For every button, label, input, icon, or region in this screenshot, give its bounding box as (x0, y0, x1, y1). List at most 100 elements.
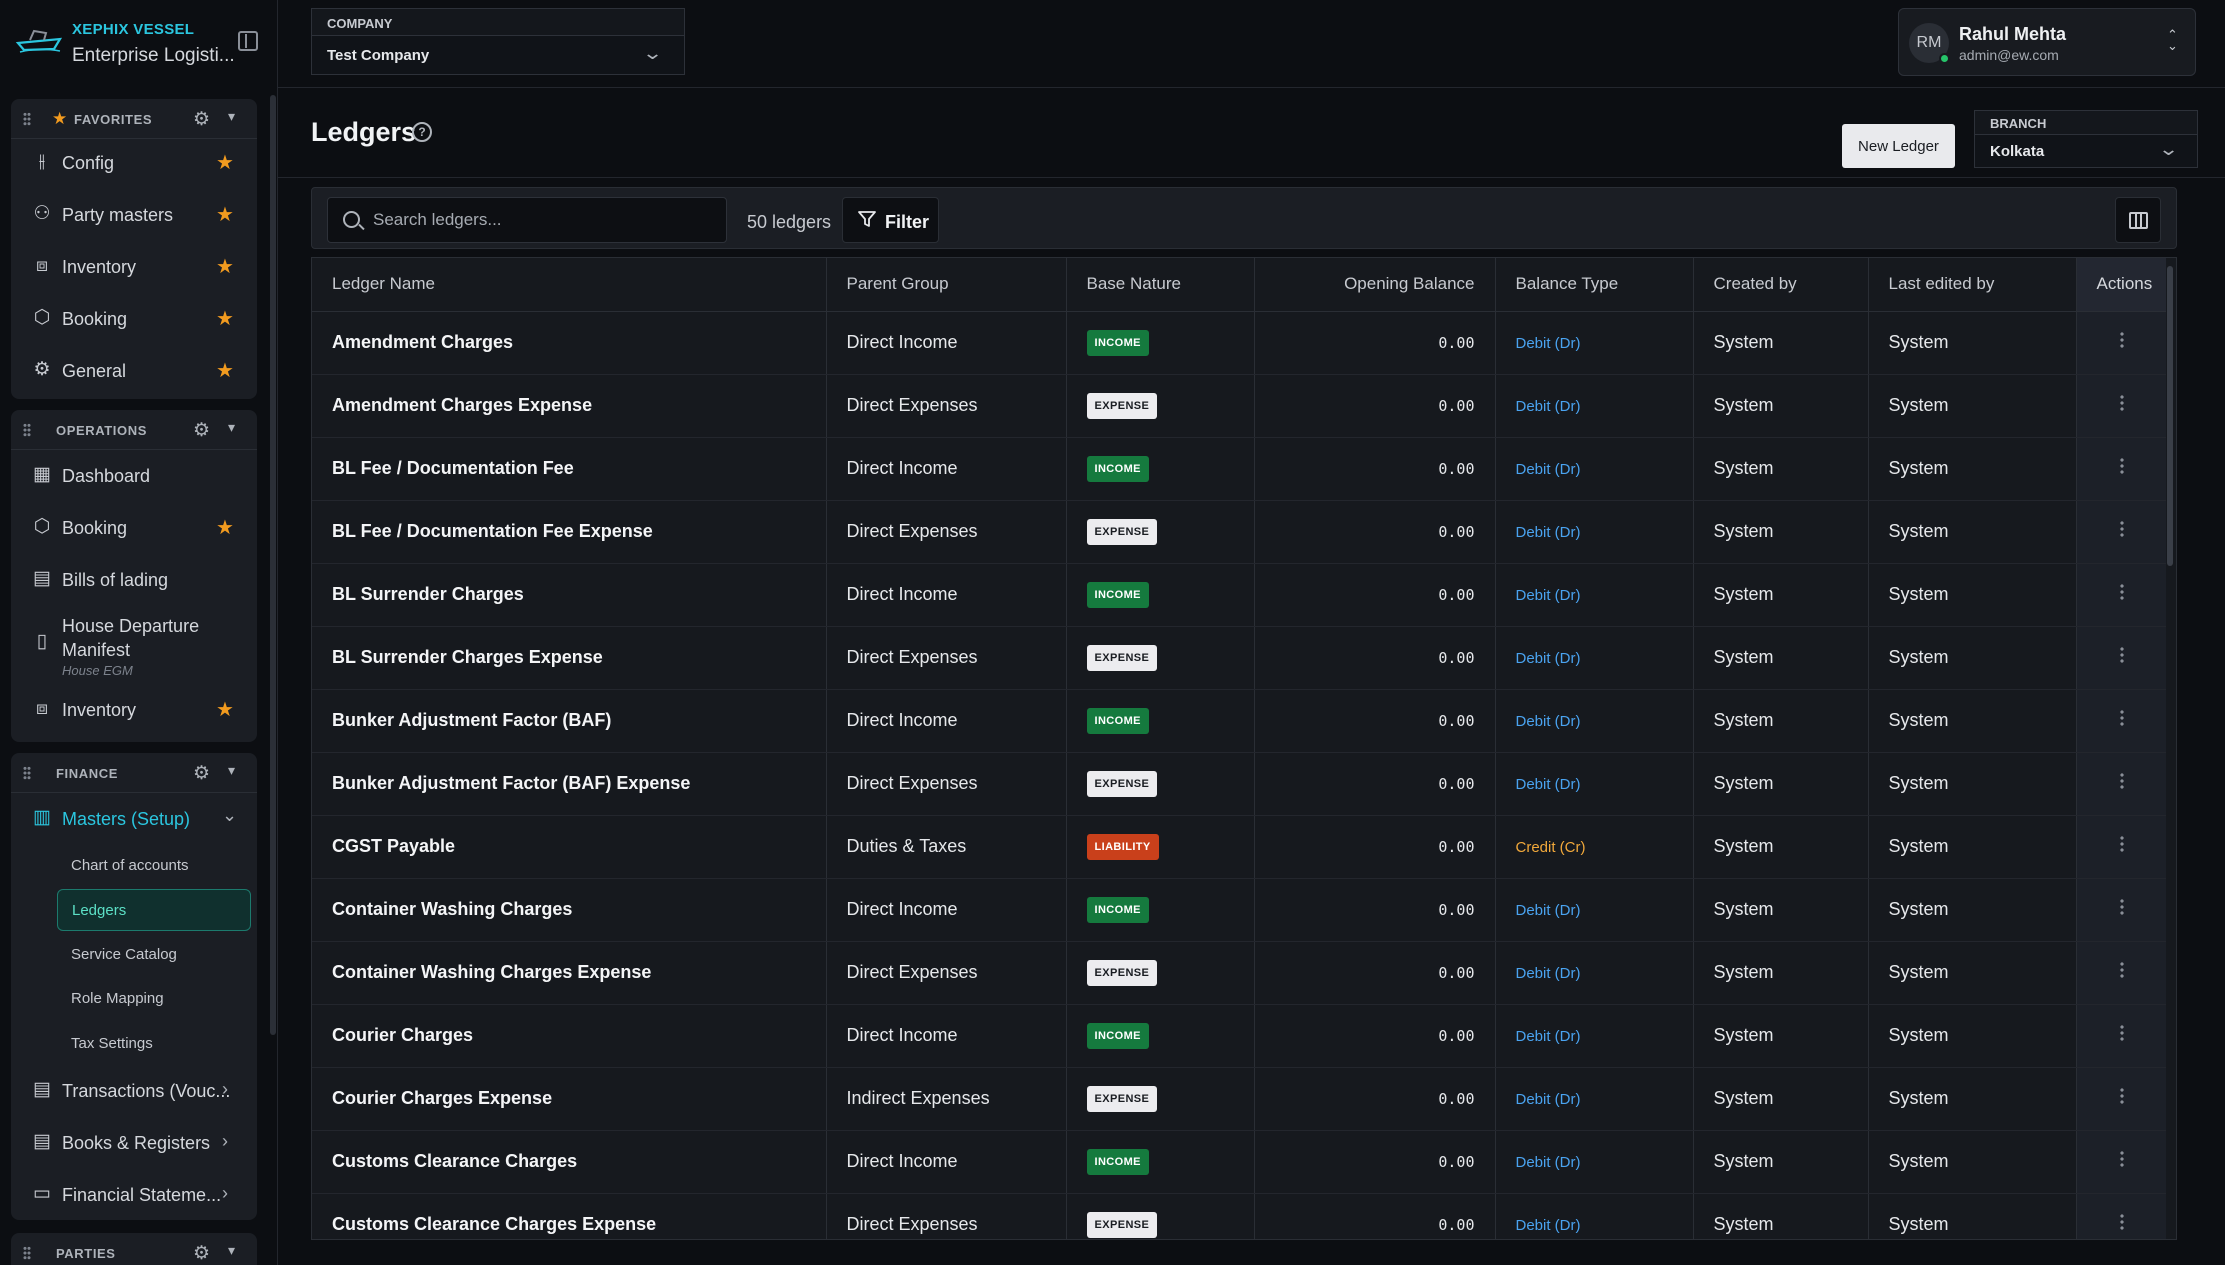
sidebar-subitem-role-mapping[interactable]: Role Mapping (57, 978, 251, 1020)
sidebar-item-inventory[interactable]: ⧈ Inventory ★ (11, 684, 257, 736)
table-row[interactable]: Container Washing Charges Direct Income IN… (312, 878, 2167, 942)
column-header-created-by[interactable]: Created by (1693, 258, 1869, 312)
sidebar-subitem-chart-of-accounts[interactable]: Chart of accounts (57, 845, 251, 887)
table-row[interactable]: Container Washing Charges Expense Direct … (312, 941, 2167, 1005)
ledger-name-cell[interactable]: Bunker Adjustment Factor (BAF) Expense (312, 752, 827, 816)
search-box[interactable] (327, 197, 727, 243)
column-header-balance-type[interactable]: Balance Type (1495, 258, 1694, 312)
sidebar-subitem-ledgers[interactable]: Ledgers (57, 889, 251, 931)
more-options-icon[interactable] (2119, 709, 2124, 727)
branch-select[interactable]: BRANCH Kolkata ⌄ (1974, 110, 2198, 168)
more-options-icon[interactable] (2119, 772, 2124, 790)
more-options-icon[interactable] (2119, 457, 2124, 475)
new-ledger-button[interactable]: New Ledger (1842, 124, 1955, 168)
table-row[interactable]: Courier Charges Direct Income INCOME 0.00 De… (312, 1004, 2167, 1068)
more-options-icon[interactable] (2119, 520, 2124, 538)
drag-handle-icon[interactable] (23, 1246, 31, 1260)
column-header-parent-group[interactable]: Parent Group (826, 258, 1067, 312)
gear-icon[interactable]: ⚙ (193, 419, 210, 442)
sidebar-item-config[interactable]: ⫲ Config ★ (11, 137, 257, 189)
more-options-icon[interactable] (2119, 1087, 2124, 1105)
star-icon[interactable]: ★ (216, 515, 234, 540)
sidebar-item-general[interactable]: ⚙ General ★ (11, 345, 257, 397)
ledger-name-cell[interactable]: Courier Charges (312, 1004, 827, 1068)
table-row[interactable]: Customs Clearance Charges Expense Direct … (312, 1193, 2167, 1239)
ledger-name-cell[interactable]: Bunker Adjustment Factor (BAF) (312, 689, 827, 753)
sidebar-item-books-registers[interactable]: ▤ Books & Registers › (11, 1117, 257, 1169)
sidebar-collapse-icon[interactable] (238, 31, 258, 51)
chevron-down-icon[interactable]: ⌄ (222, 805, 237, 826)
user-menu[interactable]: RM Rahul Mehta admin@ew.com ⌃ ⌄ (1898, 8, 2196, 76)
chevron-right-icon[interactable]: › (222, 1079, 228, 1100)
company-select[interactable]: COMPANY Test Company ⌄ (311, 8, 685, 75)
filter-button[interactable]: Filter (842, 197, 939, 243)
chevron-right-icon[interactable]: › (222, 1131, 228, 1152)
sidebar-item-house-departure-manifest[interactable]: ▯ House Departure Manifest House EGM (11, 606, 257, 678)
column-header-opening-balance[interactable]: Opening Balance (1254, 258, 1496, 312)
table-row[interactable]: CGST Payable Duties & Taxes LIABILITY 0.00 C… (312, 815, 2167, 879)
column-header-ledger-name[interactable]: Ledger Name (312, 258, 827, 312)
more-options-icon[interactable] (2119, 1024, 2124, 1042)
star-icon[interactable]: ★ (216, 254, 234, 279)
star-icon[interactable]: ★ (216, 358, 234, 383)
more-options-icon[interactable] (2119, 583, 2124, 601)
chevron-right-icon[interactable]: › (222, 1183, 228, 1204)
sidebar-scrollbar[interactable] (270, 95, 276, 1035)
ledger-name-cell[interactable]: Container Washing Charges Expense (312, 941, 827, 1005)
ledger-name-cell[interactable]: Customs Clearance Charges Expense (312, 1193, 827, 1239)
table-row[interactable]: Amendment Charges Direct Income INCOME 0.00… (312, 311, 2167, 375)
table-row[interactable]: Amendment Charges Expense Direct Expenses… (312, 374, 2167, 438)
star-icon[interactable]: ★ (216, 150, 234, 175)
table-row[interactable]: BL Fee / Documentation Fee Expense Direct… (312, 500, 2167, 564)
ledger-name-cell[interactable]: CGST Payable (312, 815, 827, 879)
ledger-name-cell[interactable]: BL Fee / Documentation Fee Expense (312, 500, 827, 564)
ledger-name-cell[interactable]: Customs Clearance Charges (312, 1130, 827, 1194)
sidebar-subitem-tax-settings[interactable]: Tax Settings (57, 1023, 251, 1065)
ledger-name-cell[interactable]: Amendment Charges Expense (312, 374, 827, 438)
table-scrollbar-thumb[interactable] (2167, 266, 2173, 566)
drag-handle-icon[interactable] (23, 423, 31, 437)
columns-toggle-button[interactable] (2115, 197, 2161, 243)
ledger-name-cell[interactable]: BL Surrender Charges Expense (312, 626, 827, 690)
search-input[interactable] (373, 198, 713, 242)
drag-handle-icon[interactable] (23, 112, 31, 126)
operations-group-header[interactable]: OPERATIONS ⚙ ▾ (11, 410, 257, 450)
sidebar-item-transactions[interactable]: ▤ Transactions (Vouc... › (11, 1065, 257, 1117)
table-row[interactable]: Bunker Adjustment Factor (BAF) Expense Di… (312, 752, 2167, 816)
chevron-down-icon[interactable]: ▾ (228, 419, 235, 436)
sidebar-item-masters-setup[interactable]: ▥ Masters (Setup) ⌄ (11, 793, 257, 845)
favorites-group-header[interactable]: ★ FAVORITES ⚙ ▾ (11, 99, 257, 139)
more-options-icon[interactable] (2119, 1213, 2124, 1231)
help-icon[interactable]: ? (412, 122, 432, 142)
more-options-icon[interactable] (2119, 394, 2124, 412)
star-icon[interactable]: ★ (216, 697, 234, 722)
table-row[interactable]: BL Fee / Documentation Fee Direct Income I… (312, 437, 2167, 501)
sidebar-item-inventory[interactable]: ⧈ Inventory ★ (11, 241, 257, 293)
sidebar-item-dashboard[interactable]: ▦ Dashboard (11, 450, 257, 502)
parties-group-header[interactable]: PARTIES ⚙ ▾ (11, 1233, 257, 1265)
finance-group-header[interactable]: FINANCE ⚙ ▾ (11, 753, 257, 793)
star-icon[interactable]: ★ (216, 306, 234, 331)
ledger-name-cell[interactable]: Courier Charges Expense (312, 1067, 827, 1131)
sidebar-item-party-masters[interactable]: ⚇ Party masters ★ (11, 189, 257, 241)
sidebar-item-bills-of-lading[interactable]: ▤ Bills of lading (11, 554, 257, 606)
more-options-icon[interactable] (2119, 835, 2124, 853)
ledger-name-cell[interactable]: Container Washing Charges (312, 878, 827, 942)
ledger-name-cell[interactable]: BL Fee / Documentation Fee (312, 437, 827, 501)
table-row[interactable]: BL Surrender Charges Expense Direct Expen… (312, 626, 2167, 690)
ledger-name-cell[interactable]: Amendment Charges (312, 311, 827, 375)
sidebar-item-financial-statements[interactable]: ▭ Financial Stateme... › (11, 1169, 257, 1221)
table-row[interactable]: Bunker Adjustment Factor (BAF) Direct Inc… (312, 689, 2167, 753)
more-options-icon[interactable] (2119, 331, 2124, 349)
gear-icon[interactable]: ⚙ (193, 1242, 210, 1265)
more-options-icon[interactable] (2119, 898, 2124, 916)
column-header-base-nature[interactable]: Base Nature (1066, 258, 1255, 312)
more-options-icon[interactable] (2119, 961, 2124, 979)
chevron-down-icon[interactable]: ▾ (228, 762, 235, 779)
gear-icon[interactable]: ⚙ (193, 108, 210, 131)
table-row[interactable]: BL Surrender Charges Direct Income INCOME 0… (312, 563, 2167, 627)
gear-icon[interactable]: ⚙ (193, 762, 210, 785)
table-row[interactable]: Customs Clearance Charges Direct Income IN… (312, 1130, 2167, 1194)
chevron-down-icon[interactable]: ▾ (228, 108, 235, 125)
sidebar-subitem-service-catalog[interactable]: Service Catalog (57, 934, 251, 976)
